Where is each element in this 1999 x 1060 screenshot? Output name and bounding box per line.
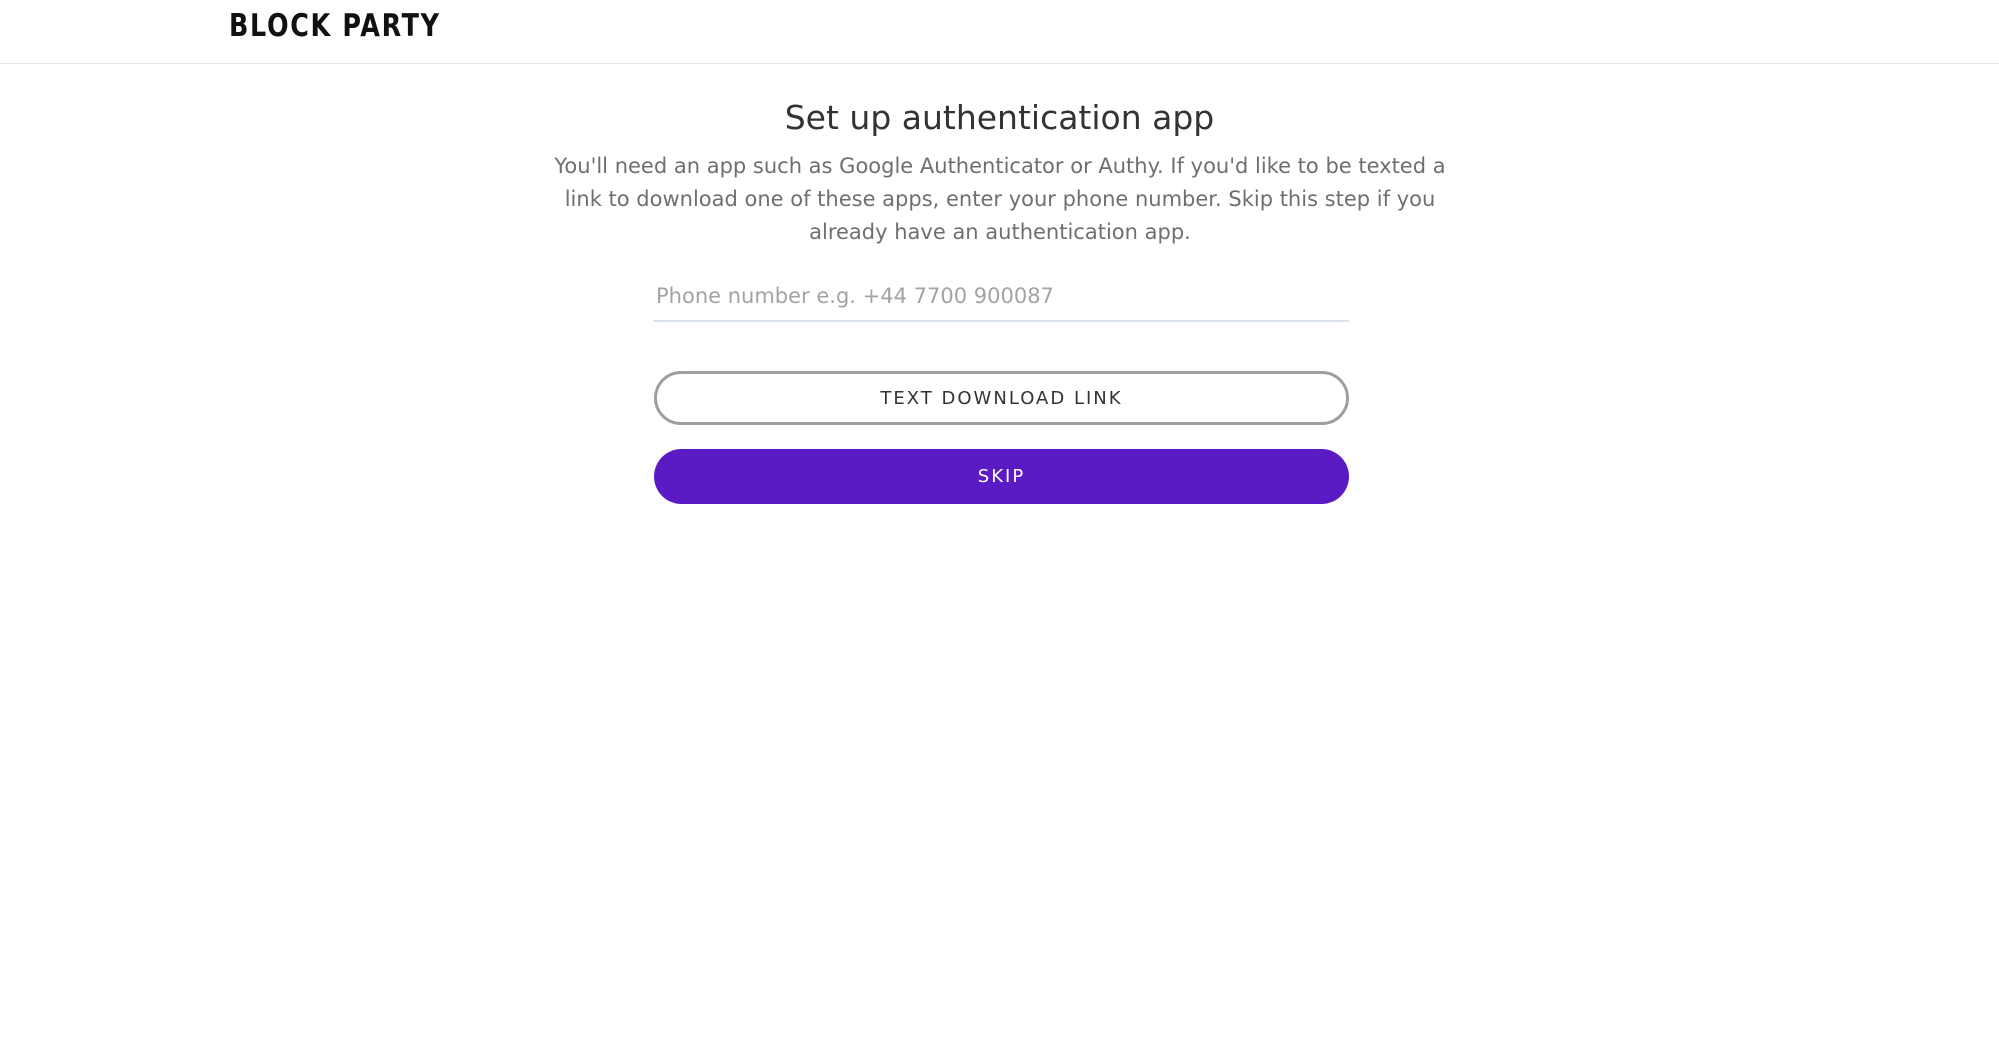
phone-field [653,274,1349,322]
skip-button[interactable]: SKIP [654,449,1349,504]
text-download-link-button[interactable]: TEXT DOWNLOAD LINK [654,371,1349,425]
phone-number-input[interactable] [653,274,1349,318]
block-party-logo[interactable]: BLOCK PARTY [229,8,441,44]
top-bar: BLOCK PARTY [0,0,1999,64]
page-title: Set up authentication app [784,98,1215,137]
skip-label: SKIP [977,466,1026,487]
page-description: You'll need an app such as Google Authen… [554,154,1446,244]
text-download-link-label: TEXT DOWNLOAD LINK [880,387,1123,409]
